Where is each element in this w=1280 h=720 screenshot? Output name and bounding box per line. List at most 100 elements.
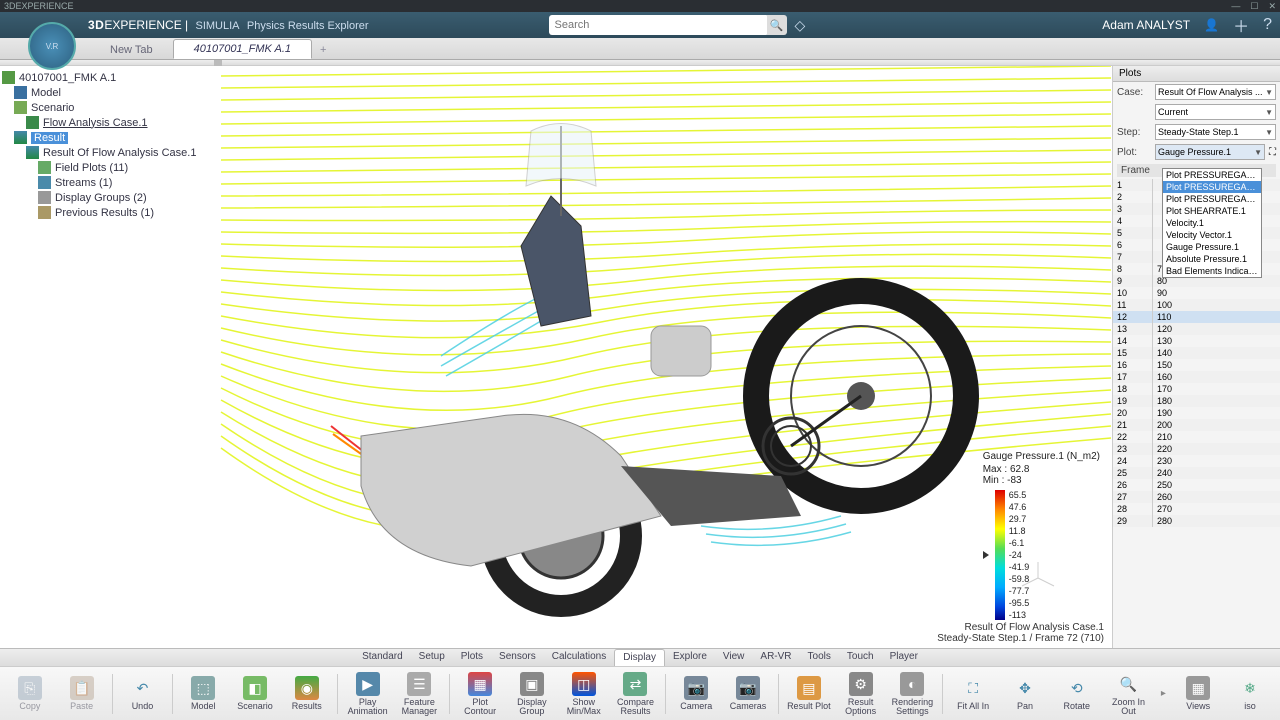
paste-button[interactable]: 📋Paste <box>58 670 106 718</box>
ribbon: ⎘Copy 📋Paste ↶Undo ⬚Model ◧Scenario ◉Res… <box>0 666 1280 720</box>
search-input[interactable] <box>549 15 769 35</box>
ribbon-expand-icon[interactable]: ▸ <box>1156 688 1170 699</box>
ribbon-tab-player[interactable]: Player <box>882 649 926 666</box>
ribbon-tab-explore[interactable]: Explore <box>665 649 715 666</box>
maximize-icon[interactable]: ☐ <box>1250 1 1258 12</box>
compass-icon[interactable]: V.R <box>28 22 76 70</box>
show-minmax-button[interactable]: ◫Show Min/Max <box>560 670 608 718</box>
ribbon-tab-view[interactable]: View <box>715 649 753 666</box>
help-icon[interactable]: ? <box>1263 16 1272 34</box>
minimize-icon[interactable]: — <box>1231 1 1240 12</box>
user-name[interactable]: Adam ANALYST <box>1102 18 1190 32</box>
zoom-button[interactable]: 🔍Zoom In Out <box>1105 670 1153 718</box>
tab-active[interactable]: 40107001_FMK A.1 <box>173 39 312 59</box>
copy-button[interactable]: ⎘Copy <box>6 670 54 718</box>
frame-row[interactable]: 12110 <box>1113 311 1280 323</box>
ribbon-tab-touch[interactable]: Touch <box>839 649 882 666</box>
tree-streams[interactable]: Streams (1) <box>2 175 218 190</box>
frame-row[interactable]: 24230 <box>1113 455 1280 467</box>
dropdown-item[interactable]: Gauge Pressure.1 <box>1163 241 1261 253</box>
frame-row[interactable]: 14130 <box>1113 335 1280 347</box>
step-select[interactable]: Steady-State Step.1▼ <box>1155 124 1276 140</box>
result-plot-button[interactable]: ▤Result Plot <box>785 670 833 718</box>
frame-row[interactable]: 17160 <box>1113 371 1280 383</box>
camera-button[interactable]: 📷Camera <box>672 670 720 718</box>
results-button[interactable]: ◉Results <box>283 670 331 718</box>
play-animation-button[interactable]: ▶Play Animation <box>344 670 392 718</box>
search-icon[interactable]: 🔍 <box>767 15 787 35</box>
frame-row[interactable]: 21200 <box>1113 419 1280 431</box>
frame-row[interactable]: 13120 <box>1113 323 1280 335</box>
frame-row[interactable]: 23220 <box>1113 443 1280 455</box>
ribbon-tab-sensors[interactable]: Sensors <box>491 649 544 666</box>
case-sub-select[interactable]: Current▼ <box>1155 104 1276 120</box>
brand: 3DEXPERIENCE | SIMULIA Physics Results E… <box>88 18 369 32</box>
expand-plot-icon[interactable]: ⛶ <box>1269 147 1276 158</box>
case-select[interactable]: Result Of Flow Analysis ...▼ <box>1155 84 1276 100</box>
frame-row[interactable]: 16150 <box>1113 359 1280 371</box>
frame-row[interactable]: 27260 <box>1113 491 1280 503</box>
tree-result[interactable]: Result <box>2 130 218 145</box>
plot-contour-button[interactable]: ▦Plot Contour <box>456 670 504 718</box>
frame-row[interactable]: 22210 <box>1113 431 1280 443</box>
dropdown-item[interactable]: Velocity Vector.1 <box>1163 229 1261 241</box>
tree-model[interactable]: Model <box>2 85 218 100</box>
tree-result-case[interactable]: Result Of Flow Analysis Case.1 <box>2 145 218 160</box>
undo-button[interactable]: ↶Undo <box>119 670 167 718</box>
tree-scenario[interactable]: Scenario <box>2 100 218 115</box>
frame-row[interactable]: 28270 <box>1113 503 1280 515</box>
add-icon[interactable]: ＋ <box>1233 13 1249 37</box>
ribbon-tab-tools[interactable]: Tools <box>800 649 839 666</box>
ribbon-tab-setup[interactable]: Setup <box>411 649 453 666</box>
tab-new[interactable]: New Tab <box>90 41 173 59</box>
frame-row[interactable]: 20190 <box>1113 407 1280 419</box>
cameras-button[interactable]: 📷Cameras <box>724 670 772 718</box>
dropdown-item[interactable]: Plot PRESSUREGAU.1 <box>1163 169 1261 181</box>
tree-field-plots[interactable]: Field Plots (11) <box>2 160 218 175</box>
pan-button[interactable]: ✥Pan <box>1001 670 1049 718</box>
result-options-button[interactable]: ⚙Result Options <box>837 670 885 718</box>
frame-row[interactable]: 18170 <box>1113 383 1280 395</box>
ribbon-tab-plots[interactable]: Plots <box>453 649 491 666</box>
dropdown-item[interactable]: Bad Elements Indicator.1 <box>1163 265 1261 277</box>
close-icon[interactable]: ✕ <box>1268 1 1276 12</box>
tree-root[interactable]: 40107001_FMK A.1 <box>2 70 218 85</box>
compare-results-button[interactable]: ⇄Compare Results <box>612 670 660 718</box>
feature-manager-button[interactable]: ☰Feature Manager <box>395 670 443 718</box>
frame-row[interactable]: 1090 <box>1113 287 1280 299</box>
model-button[interactable]: ⬚Model <box>179 670 227 718</box>
frame-row[interactable]: 15140 <box>1113 347 1280 359</box>
scenario-button[interactable]: ◧Scenario <box>231 670 279 718</box>
window-titlebar: 3DEXPERIENCE —☐✕ <box>0 0 1280 12</box>
frame-row[interactable]: 11100 <box>1113 299 1280 311</box>
plot-select[interactable]: Gauge Pressure.1▼ <box>1155 144 1265 160</box>
ribbon-tab-display[interactable]: Display <box>614 649 665 666</box>
dropdown-item[interactable]: Plot PRESSUREGAU.2 <box>1163 181 1261 193</box>
ribbon-tab-calculations[interactable]: Calculations <box>544 649 614 666</box>
tree-flow-case[interactable]: Flow Analysis Case.1 <box>2 115 218 130</box>
iso-button[interactable]: ❄iso <box>1226 670 1274 718</box>
dropdown-item[interactable]: Absolute Pressure.1 <box>1163 253 1261 265</box>
plot-dropdown[interactable]: Plot PRESSUREGAU.1Plot PRESSUREGAU.2Plot… <box>1162 168 1262 278</box>
tree-display-groups[interactable]: Display Groups (2) <box>2 190 218 205</box>
ribbon-tab-standard[interactable]: Standard <box>354 649 411 666</box>
display-group-button[interactable]: ▣Display Group <box>508 670 556 718</box>
dropdown-item[interactable]: Plot SHEARRATE.1 <box>1163 205 1261 217</box>
tag-icon[interactable]: ◇ <box>795 17 806 34</box>
tab-add-icon[interactable]: + <box>312 41 334 59</box>
frame-row[interactable]: 26250 <box>1113 479 1280 491</box>
ribbon-tab-ar-vr[interactable]: AR-VR <box>752 649 799 666</box>
dropdown-item[interactable]: Velocity.1 <box>1163 217 1261 229</box>
plots-tab[interactable]: Plots <box>1113 66 1280 82</box>
frame-row[interactable]: 19180 <box>1113 395 1280 407</box>
rendering-settings-button[interactable]: ◐Rendering Settings <box>889 670 937 718</box>
tree-previous-results[interactable]: Previous Results (1) <box>2 205 218 220</box>
avatar-icon[interactable]: 👤 <box>1204 18 1219 32</box>
fit-all-button[interactable]: ⛶Fit All In <box>949 670 997 718</box>
dropdown-item[interactable]: Plot PRESSUREGAU.3 <box>1163 193 1261 205</box>
views-button[interactable]: ▦Views <box>1174 670 1222 718</box>
3d-viewport[interactable]: Gauge Pressure.1 (N_m2) Max : 62.8 Min :… <box>220 66 1112 648</box>
frame-row[interactable]: 29280 <box>1113 515 1280 527</box>
frame-row[interactable]: 25240 <box>1113 467 1280 479</box>
rotate-button[interactable]: ⟲Rotate <box>1053 670 1101 718</box>
